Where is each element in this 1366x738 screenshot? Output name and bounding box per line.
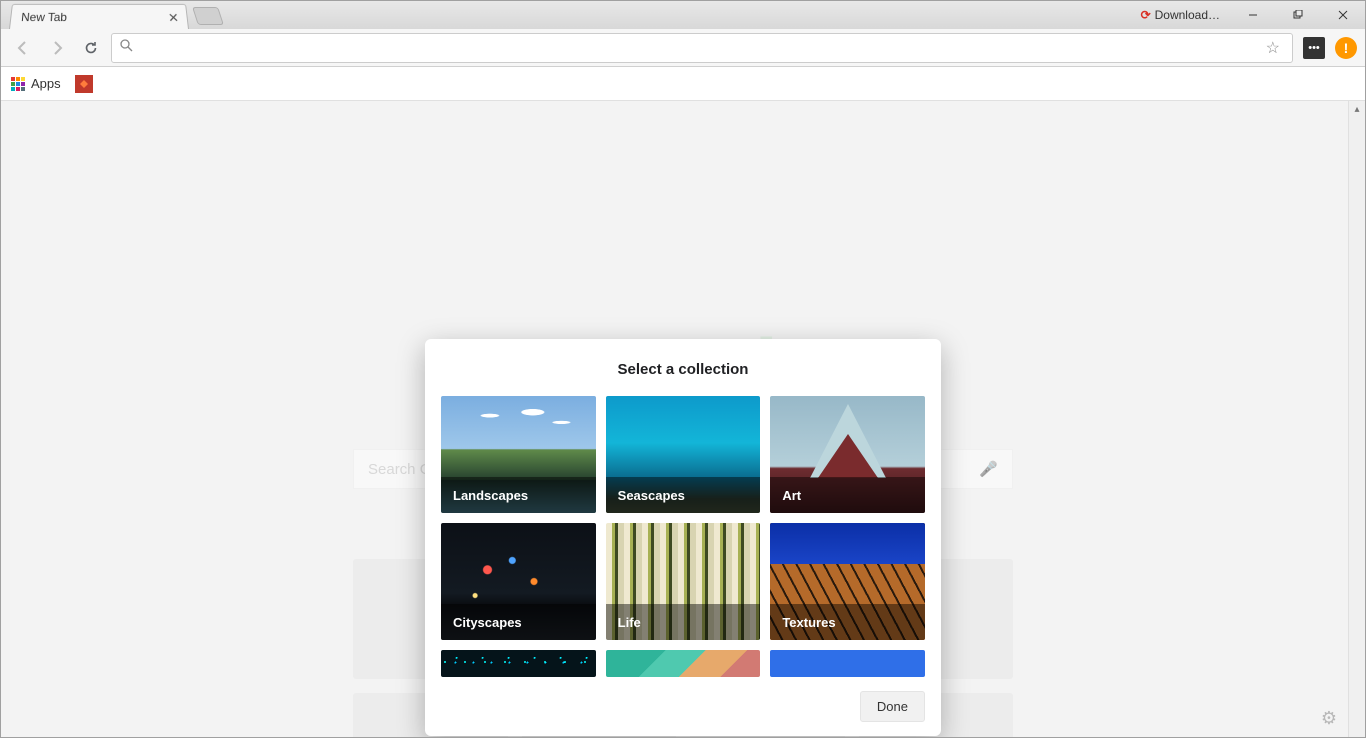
apps-icon	[11, 77, 25, 91]
apps-label: Apps	[31, 76, 61, 91]
done-button[interactable]: Done	[860, 691, 925, 722]
collection-landscapes[interactable]: Landscapes	[441, 396, 596, 513]
close-window-button[interactable]	[1320, 1, 1365, 29]
collection-label: Life	[618, 615, 641, 630]
back-button[interactable]	[9, 34, 37, 62]
collection-label: Art	[782, 488, 801, 503]
dialog-scrim: Select a collection Landscapes Seascapes…	[1, 101, 1365, 737]
collection-textures[interactable]: Textures	[770, 523, 925, 640]
search-icon	[120, 39, 133, 57]
dialog-actions: Done	[425, 677, 941, 736]
collection-label: Seascapes	[618, 488, 685, 503]
forward-button[interactable]	[43, 34, 71, 62]
collection-label: Textures	[782, 615, 835, 630]
collection-partial[interactable]	[606, 650, 761, 677]
collection-partial[interactable]	[441, 650, 596, 677]
bookmark-item[interactable]	[75, 75, 93, 93]
apps-shortcut[interactable]: Apps	[11, 76, 61, 91]
tab-new-tab[interactable]: New Tab ✕	[9, 4, 189, 29]
maximize-button[interactable]	[1275, 1, 1320, 29]
browser-window: New Tab ✕ ⟳ Download… ☆ ••• ! Ap	[0, 0, 1366, 738]
reload-button[interactable]	[77, 34, 105, 62]
bookmark-favicon	[75, 75, 93, 93]
profile-button[interactable]: !	[1335, 37, 1357, 59]
bookmarks-bar: Apps	[1, 67, 1365, 101]
new-tab-button[interactable]	[192, 7, 224, 25]
collection-cityscapes[interactable]: Cityscapes	[441, 523, 596, 640]
tab-strip: New Tab ✕ ⟳ Download…	[1, 1, 1365, 29]
address-bar[interactable]: ☆	[111, 33, 1293, 63]
extension-button[interactable]: •••	[1303, 37, 1325, 59]
collection-thumbnail	[606, 650, 761, 677]
address-input[interactable]	[139, 40, 1262, 56]
download-icon: ⟳	[1141, 8, 1151, 22]
window-controls: ⟳ Download…	[1131, 1, 1365, 29]
close-tab-icon[interactable]: ✕	[167, 10, 179, 26]
collection-label: Cityscapes	[453, 615, 522, 630]
collection-partial[interactable]	[770, 650, 925, 677]
toolbar: ☆ ••• !	[1, 29, 1365, 67]
dialog-title: Select a collection	[425, 339, 941, 396]
collection-thumbnail	[441, 650, 596, 677]
page-content: Google Search Go 🎤 ⚙ ▴ Select a collecti…	[1, 101, 1365, 737]
tab-title: New Tab	[21, 10, 68, 24]
collection-label: Landscapes	[453, 488, 528, 503]
minimize-button[interactable]	[1230, 1, 1275, 29]
collection-thumbnail	[770, 650, 925, 677]
download-label: Download…	[1155, 8, 1220, 22]
collection-life[interactable]: Life	[606, 523, 761, 640]
select-collection-dialog: Select a collection Landscapes Seascapes…	[425, 339, 941, 736]
collections-grid: Landscapes Seascapes Art Cityscapes	[425, 396, 941, 677]
collection-art[interactable]: Art	[770, 396, 925, 513]
collection-seascapes[interactable]: Seascapes	[606, 396, 761, 513]
bookmark-star-icon[interactable]: ☆	[1262, 38, 1284, 58]
download-indicator[interactable]: ⟳ Download…	[1131, 8, 1230, 22]
